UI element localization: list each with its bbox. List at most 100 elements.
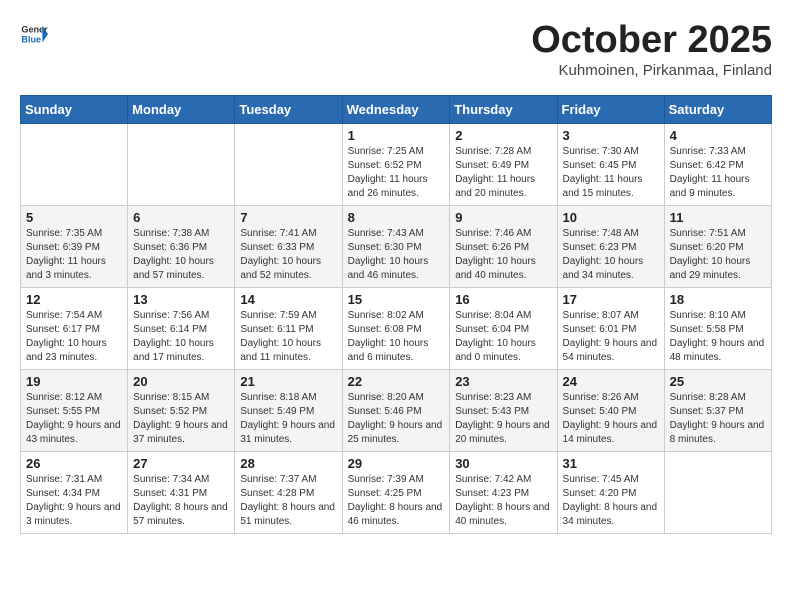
calendar-cell: 22 Sunrise: 8:20 AM Sunset: 5:46 PM Dayli…	[342, 369, 450, 451]
col-monday: Monday	[128, 95, 235, 123]
day-number: 27	[133, 456, 229, 471]
calendar-cell: 1 Sunrise: 7:25 AM Sunset: 6:52 PM Daylig…	[342, 123, 450, 205]
calendar-cell: 17 Sunrise: 8:07 AM Sunset: 6:01 PM Dayli…	[557, 287, 664, 369]
calendar-week-1: 1 Sunrise: 7:25 AM Sunset: 6:52 PM Daylig…	[21, 123, 772, 205]
cell-content: Sunrise: 7:39 AM Sunset: 4:25 PM Dayligh…	[348, 473, 445, 529]
calendar-cell: 11 Sunrise: 7:51 AM Sunset: 6:20 PM Dayli…	[664, 205, 771, 287]
cell-content: Sunrise: 7:48 AM Sunset: 6:23 PM Dayligh…	[563, 227, 659, 283]
col-thursday: Thursday	[450, 95, 557, 123]
day-number: 19	[26, 374, 122, 389]
cell-content: Sunrise: 7:51 AM Sunset: 6:20 PM Dayligh…	[670, 227, 766, 283]
calendar-table: Sunday Monday Tuesday Wednesday Thursday…	[20, 95, 772, 534]
cell-content: Sunrise: 8:20 AM Sunset: 5:46 PM Dayligh…	[348, 391, 445, 447]
cell-content: Sunrise: 7:35 AM Sunset: 6:39 PM Dayligh…	[26, 227, 122, 283]
cell-content: Sunrise: 7:37 AM Sunset: 4:28 PM Dayligh…	[240, 473, 336, 529]
day-number: 16	[455, 292, 551, 307]
calendar-cell	[21, 123, 128, 205]
cell-content: Sunrise: 8:23 AM Sunset: 5:43 PM Dayligh…	[455, 391, 551, 447]
day-number: 9	[455, 210, 551, 225]
cell-content: Sunrise: 7:54 AM Sunset: 6:17 PM Dayligh…	[26, 309, 122, 365]
cell-content: Sunrise: 8:07 AM Sunset: 6:01 PM Dayligh…	[563, 309, 659, 365]
day-number: 26	[26, 456, 122, 471]
calendar-cell: 25 Sunrise: 8:28 AM Sunset: 5:37 PM Dayli…	[664, 369, 771, 451]
cell-content: Sunrise: 7:38 AM Sunset: 6:36 PM Dayligh…	[133, 227, 229, 283]
day-number: 3	[563, 128, 659, 143]
day-number: 30	[455, 456, 551, 471]
cell-content: Sunrise: 7:45 AM Sunset: 4:20 PM Dayligh…	[563, 473, 659, 529]
month-title: October 2025	[531, 20, 772, 62]
calendar-cell: 26Sunrise: 7:31 AM Sunset: 4:34 PM Dayli…	[21, 451, 128, 533]
day-number: 2	[455, 128, 551, 143]
day-number: 6	[133, 210, 229, 225]
logo-icon: General Blue	[20, 20, 48, 48]
day-number: 28	[240, 456, 336, 471]
cell-content: Sunrise: 7:33 AM Sunset: 6:42 PM Dayligh…	[670, 145, 766, 201]
calendar-cell	[664, 451, 771, 533]
calendar-cell: 19 Sunrise: 8:12 AM Sunset: 5:55 PM Dayli…	[21, 369, 128, 451]
day-number: 31	[563, 456, 659, 471]
calendar-cell: 2Sunrise: 7:28 AM Sunset: 6:49 PM Daylig…	[450, 123, 557, 205]
cell-content: Sunrise: 8:18 AM Sunset: 5:49 PM Dayligh…	[240, 391, 336, 447]
calendar-cell: 23Sunrise: 8:23 AM Sunset: 5:43 PM Dayli…	[450, 369, 557, 451]
calendar-cell: 21 Sunrise: 8:18 AM Sunset: 5:49 PM Dayli…	[235, 369, 342, 451]
day-number: 1	[348, 128, 445, 143]
calendar-cell: 28 Sunrise: 7:37 AM Sunset: 4:28 PM Dayli…	[235, 451, 342, 533]
day-number: 5	[26, 210, 122, 225]
day-number: 11	[670, 210, 766, 225]
cell-content: Sunrise: 7:30 AM Sunset: 6:45 PM Dayligh…	[563, 145, 659, 201]
page-header: General Blue October 2025 Kuhmoinen, Pir…	[20, 20, 772, 79]
calendar-cell: 7Sunrise: 7:41 AM Sunset: 6:33 PM Daylig…	[235, 205, 342, 287]
day-number: 21	[240, 374, 336, 389]
day-number: 17	[563, 292, 659, 307]
day-number: 29	[348, 456, 445, 471]
calendar-week-2: 5 Sunrise: 7:35 AM Sunset: 6:39 PM Daylig…	[21, 205, 772, 287]
logo: General Blue	[20, 20, 48, 48]
calendar-cell: 10Sunrise: 7:48 AM Sunset: 6:23 PM Dayli…	[557, 205, 664, 287]
cell-content: Sunrise: 8:02 AM Sunset: 6:08 PM Dayligh…	[348, 309, 445, 365]
day-number: 14	[240, 292, 336, 307]
cell-content: Sunrise: 8:28 AM Sunset: 5:37 PM Dayligh…	[670, 391, 766, 447]
calendar-cell: 31 Sunrise: 7:45 AM Sunset: 4:20 PM Dayli…	[557, 451, 664, 533]
calendar-header-row: Sunday Monday Tuesday Wednesday Thursday…	[21, 95, 772, 123]
calendar-cell: 29 Sunrise: 7:39 AM Sunset: 4:25 PM Dayli…	[342, 451, 450, 533]
cell-content: Sunrise: 7:59 AM Sunset: 6:11 PM Dayligh…	[240, 309, 336, 365]
calendar-cell: 30 Sunrise: 7:42 AM Sunset: 4:23 PM Dayli…	[450, 451, 557, 533]
cell-content: Sunrise: 8:12 AM Sunset: 5:55 PM Dayligh…	[26, 391, 122, 447]
col-tuesday: Tuesday	[235, 95, 342, 123]
cell-content: Sunrise: 7:25 AM Sunset: 6:52 PM Dayligh…	[348, 145, 445, 201]
calendar-cell: 3 Sunrise: 7:30 AM Sunset: 6:45 PM Daylig…	[557, 123, 664, 205]
calendar-week-3: 12Sunrise: 7:54 AM Sunset: 6:17 PM Dayli…	[21, 287, 772, 369]
cell-content: Sunrise: 8:26 AM Sunset: 5:40 PM Dayligh…	[563, 391, 659, 447]
calendar-cell: 13 Sunrise: 7:56 AM Sunset: 6:14 PM Dayli…	[128, 287, 235, 369]
day-number: 8	[348, 210, 445, 225]
day-number: 24	[563, 374, 659, 389]
calendar-week-5: 26Sunrise: 7:31 AM Sunset: 4:34 PM Dayli…	[21, 451, 772, 533]
day-number: 22	[348, 374, 445, 389]
calendar-cell: 15Sunrise: 8:02 AM Sunset: 6:08 PM Dayli…	[342, 287, 450, 369]
col-friday: Friday	[557, 95, 664, 123]
cell-content: Sunrise: 8:15 AM Sunset: 5:52 PM Dayligh…	[133, 391, 229, 447]
calendar-cell: 6 Sunrise: 7:38 AM Sunset: 6:36 PM Daylig…	[128, 205, 235, 287]
calendar-cell: 20 Sunrise: 8:15 AM Sunset: 5:52 PM Dayli…	[128, 369, 235, 451]
day-number: 25	[670, 374, 766, 389]
cell-content: Sunrise: 8:04 AM Sunset: 6:04 PM Dayligh…	[455, 309, 551, 365]
calendar-cell: 4Sunrise: 7:33 AM Sunset: 6:42 PM Daylig…	[664, 123, 771, 205]
calendar-cell: 24 Sunrise: 8:26 AM Sunset: 5:40 PM Dayli…	[557, 369, 664, 451]
day-number: 13	[133, 292, 229, 307]
calendar-cell	[235, 123, 342, 205]
day-number: 7	[240, 210, 336, 225]
day-number: 20	[133, 374, 229, 389]
calendar-cell: 8Sunrise: 7:43 AM Sunset: 6:30 PM Daylig…	[342, 205, 450, 287]
calendar-cell	[128, 123, 235, 205]
col-saturday: Saturday	[664, 95, 771, 123]
cell-content: Sunrise: 7:56 AM Sunset: 6:14 PM Dayligh…	[133, 309, 229, 365]
calendar-cell: 18 Sunrise: 8:10 AM Sunset: 5:58 PM Dayli…	[664, 287, 771, 369]
day-number: 18	[670, 292, 766, 307]
cell-content: Sunrise: 7:34 AM Sunset: 4:31 PM Dayligh…	[133, 473, 229, 529]
calendar-cell: 12Sunrise: 7:54 AM Sunset: 6:17 PM Dayli…	[21, 287, 128, 369]
calendar-cell: 14 Sunrise: 7:59 AM Sunset: 6:11 PM Dayli…	[235, 287, 342, 369]
calendar-cell: 27 Sunrise: 7:34 AM Sunset: 4:31 PM Dayli…	[128, 451, 235, 533]
cell-content: Sunrise: 7:42 AM Sunset: 4:23 PM Dayligh…	[455, 473, 551, 529]
cell-content: Sunrise: 8:10 AM Sunset: 5:58 PM Dayligh…	[670, 309, 766, 365]
calendar-cell: 9Sunrise: 7:46 AM Sunset: 6:26 PM Daylig…	[450, 205, 557, 287]
